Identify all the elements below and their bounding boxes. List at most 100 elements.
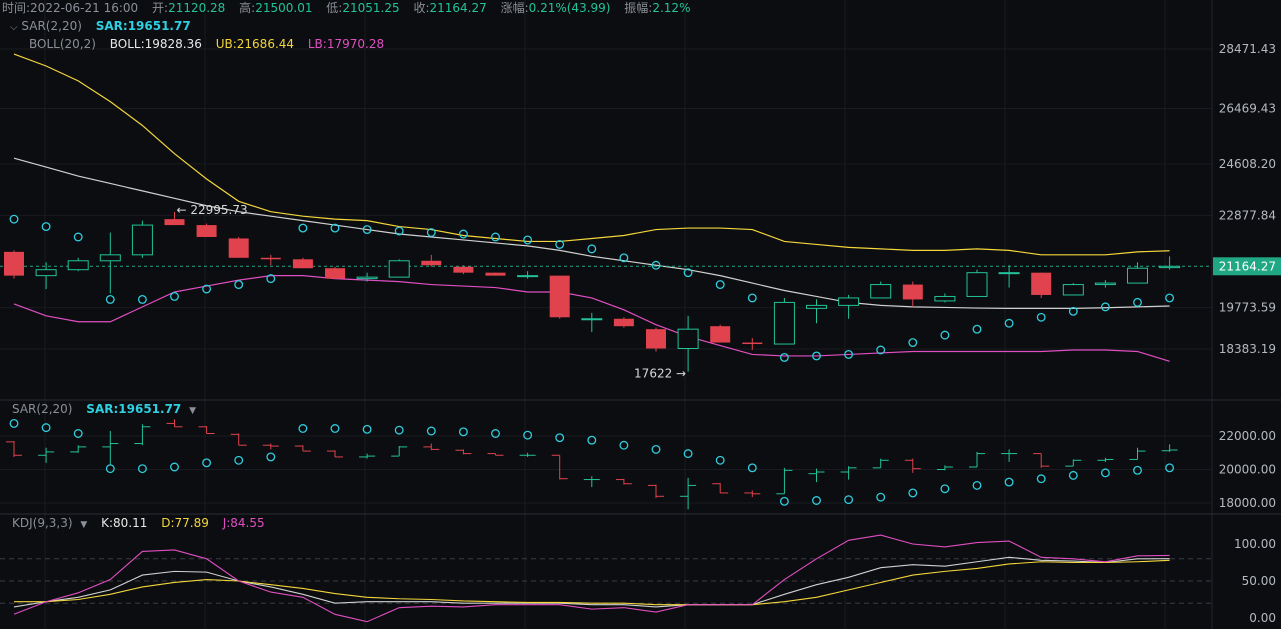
- boll-legend-main: BOLL(20,2) BOLL:19828.36 UB:21686.44 LB:…: [29, 36, 384, 52]
- y-tick-label: 19773.59: [1219, 301, 1276, 315]
- y-tick-label: 18383.19: [1219, 342, 1276, 356]
- kdj-d-value: D:77.89: [161, 516, 209, 530]
- sar-y-tick-label: 22000.00: [1219, 429, 1276, 443]
- close-label: 收:: [413, 1, 430, 15]
- sar-dot: [587, 244, 597, 254]
- sar-dot: [747, 293, 757, 303]
- low-value: 21051.25: [342, 1, 400, 15]
- sar-panel-name[interactable]: SAR(2,20): [12, 402, 72, 416]
- kdj-dropdown-icon[interactable]: ▼: [80, 520, 87, 530]
- kdj-k-value: K:80.11: [101, 516, 148, 530]
- candle-body: [934, 295, 956, 302]
- sar-panel-dot: [876, 492, 886, 502]
- candle-body: [902, 284, 923, 300]
- high-price-marker: ← 22995.73: [177, 203, 248, 217]
- boll-ub-line: [13, 53, 1170, 256]
- sar-panel-dot: [458, 427, 468, 437]
- sar-panel-dot: [1165, 463, 1175, 473]
- candle-body: [228, 238, 249, 258]
- candle-body: [356, 276, 378, 280]
- candle-body: [1031, 272, 1052, 295]
- open-label: 开:: [152, 1, 169, 15]
- sar-panel-value: SAR:19651.77: [86, 402, 182, 416]
- change-label: 涨幅:: [500, 1, 529, 15]
- sar-panel-dropdown-icon[interactable]: ▼: [189, 406, 196, 416]
- sar-panel-dot: [715, 455, 725, 465]
- kdj-y-tick-label: 100.00: [1234, 537, 1276, 551]
- high-value: 21500.01: [255, 1, 313, 15]
- collapse-chevron-icon[interactable]: ⌵: [10, 22, 18, 33]
- candle-body: [549, 275, 570, 318]
- candle-body: [388, 260, 410, 278]
- candle-body: [838, 297, 860, 306]
- boll-indicator-name[interactable]: BOLL(20,2): [29, 37, 96, 51]
- candle-body: [292, 259, 313, 269]
- sar-panel-dot: [1100, 468, 1110, 478]
- sar-panel-dot: [266, 452, 276, 462]
- sar-dot: [491, 232, 500, 242]
- sar-dot: [458, 229, 468, 239]
- candle-body: [806, 304, 827, 309]
- sar-panel-dot: [41, 423, 51, 433]
- sar-indicator-name[interactable]: SAR(2,20): [21, 19, 81, 33]
- candle-body: [710, 326, 731, 343]
- y-tick-label: 28471.43: [1219, 42, 1276, 56]
- kdj-j-value: J:84.55: [222, 516, 265, 530]
- open-value: 21120.28: [168, 1, 226, 15]
- candle-body: [677, 328, 699, 350]
- candle-body: [99, 254, 121, 262]
- sar-dot: [779, 352, 789, 362]
- candle-body: [646, 329, 666, 349]
- boll-ub-value: UB:21686.44: [215, 37, 295, 51]
- sar-y-tick-label: 20000.00: [1219, 463, 1276, 477]
- sar-dot: [1004, 318, 1014, 328]
- amplitude-value: 2.12%: [652, 1, 691, 15]
- sar-panel-dot: [202, 458, 212, 468]
- candle-body: [1127, 267, 1148, 284]
- sar-panel-dot: [779, 496, 789, 506]
- sar-panel-dot: [587, 435, 597, 445]
- candle-body: [131, 224, 153, 256]
- candle-body: [1094, 282, 1116, 286]
- sar-dot: [234, 280, 244, 290]
- sar-panel-dot: [298, 424, 308, 433]
- sar-dot: [715, 280, 725, 290]
- change-value: 0.21%(43.99): [528, 1, 611, 15]
- time-value: 2022-06-21 16:00: [30, 1, 139, 15]
- candle-body: [517, 275, 539, 278]
- sar-dot: [105, 294, 115, 304]
- sar-panel-dot: [555, 433, 565, 443]
- sar-dot: [1100, 302, 1110, 312]
- kdj-y-tick-label: 0.00: [1249, 611, 1276, 625]
- boll-mid-value: BOLL:19828.36: [109, 37, 202, 51]
- ohlc-header: 时间:2022-06-21 16:00 开:21120.28 高:21500.0…: [2, 0, 690, 16]
- sar-dot: [940, 330, 950, 340]
- kdj-k-line: [13, 556, 1170, 608]
- sar-panel-dot: [330, 424, 340, 433]
- y-tick-label: 26469.43: [1219, 102, 1276, 116]
- sar-dot: [1133, 297, 1142, 307]
- sar-dot: [9, 214, 19, 224]
- sar-y-tick-label: 18000.00: [1219, 496, 1276, 510]
- kdj-name[interactable]: KDJ(9,3,3): [12, 516, 73, 530]
- sar-dot: [972, 324, 982, 334]
- sar-panel-dot: [747, 463, 757, 473]
- sar-panel-dot: [105, 464, 115, 474]
- candle-body: [870, 284, 892, 299]
- kdj-legend: KDJ(9,3,3) ▼ K:80.11 D:77.89 J:84.55: [12, 515, 265, 533]
- sar-panel-dot: [1004, 477, 1014, 487]
- candle-body: [1159, 265, 1181, 269]
- candle-body: [773, 301, 795, 345]
- sar-dot: [908, 338, 918, 348]
- sar-panel-dot: [394, 425, 404, 435]
- candle-body: [196, 225, 217, 237]
- candle-body: [260, 257, 281, 260]
- amplitude-label: 振幅:: [624, 1, 653, 15]
- candle-body: [421, 260, 442, 266]
- last-price-label: 21164.27: [1219, 259, 1276, 273]
- chart-svg: 28471.43 26469.43 24608.20 22877.84 19773.59…: [0, 0, 1281, 629]
- sar-panel-dot: [1036, 474, 1046, 484]
- sar-panel-dot: [426, 426, 436, 436]
- sar-dot: [73, 232, 83, 242]
- time-label: 时间:: [2, 1, 31, 15]
